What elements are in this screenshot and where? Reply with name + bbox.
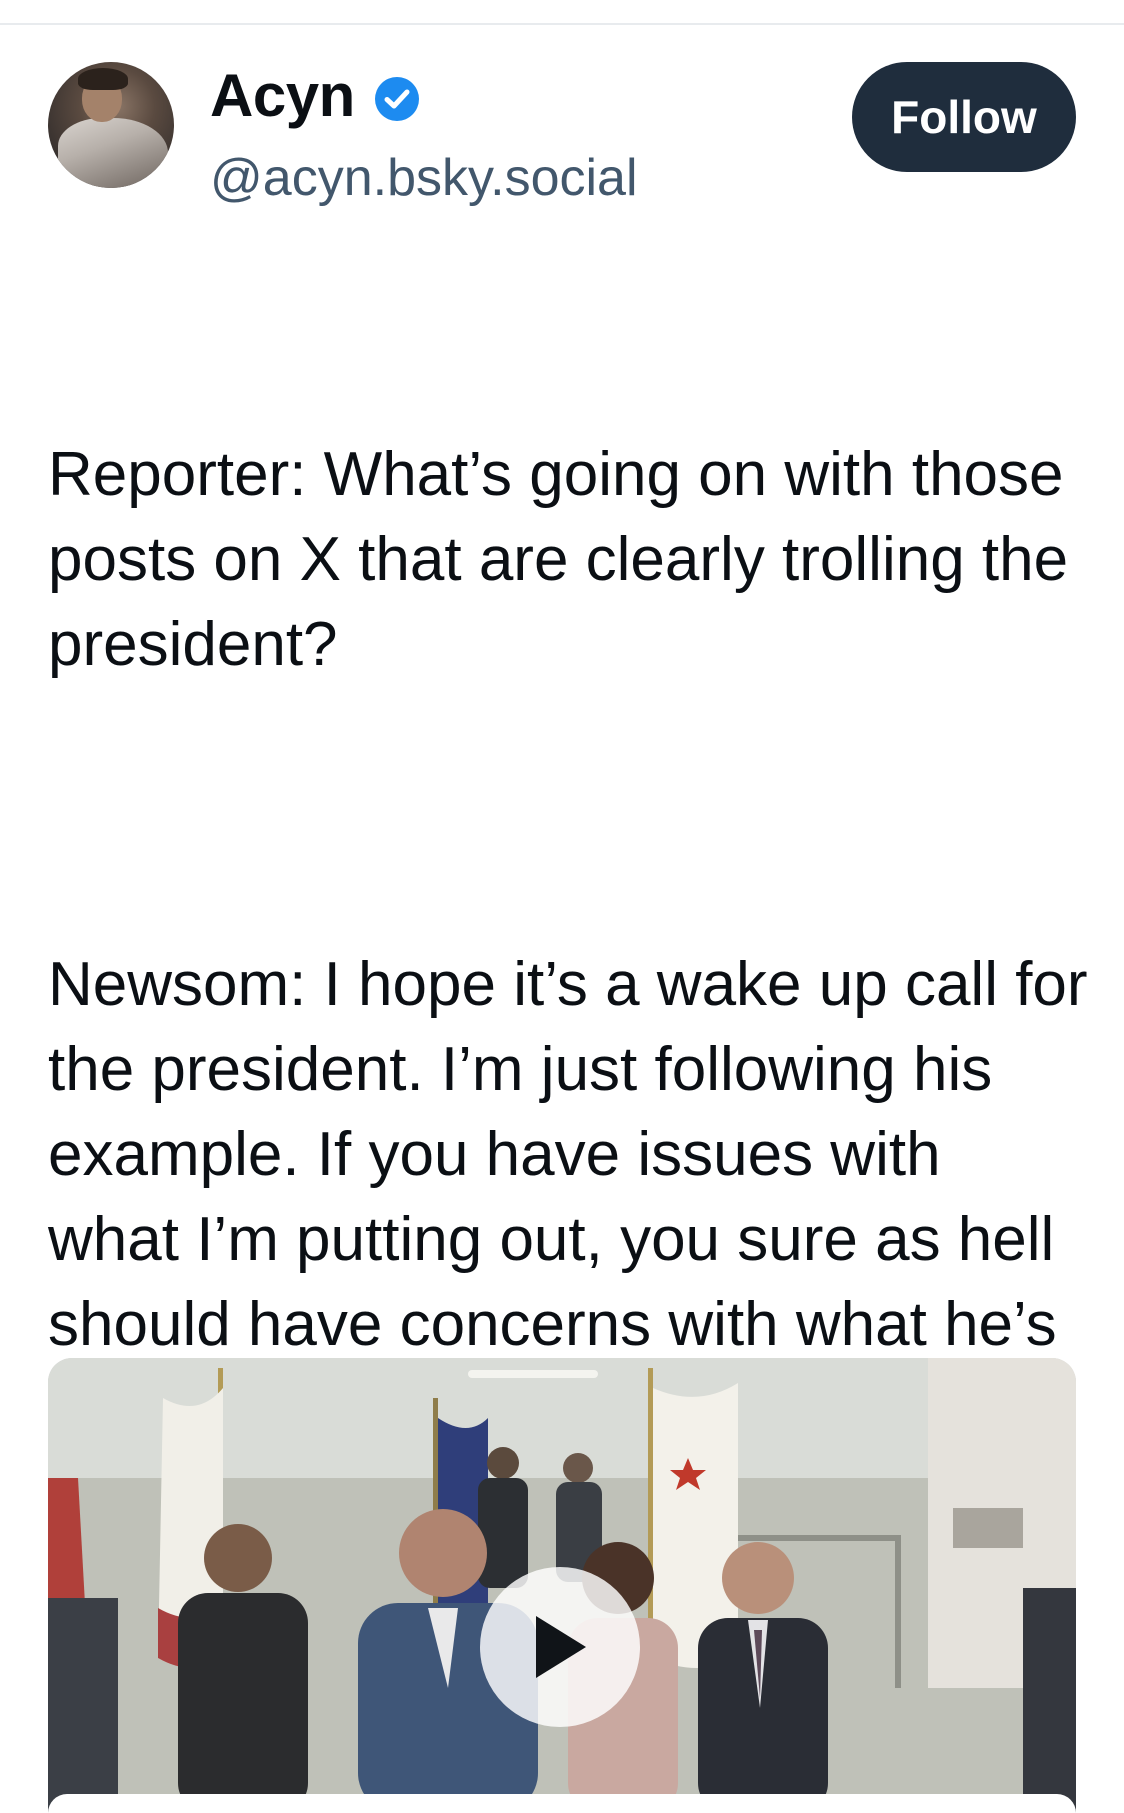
video-bottom-edge	[48, 1794, 1076, 1813]
play-icon	[536, 1616, 586, 1678]
follow-button[interactable]: Follow	[852, 62, 1076, 172]
avatar-hair	[78, 68, 128, 90]
post-paragraph-reporter: Reporter: What’s going on with those pos…	[48, 440, 1086, 679]
top-divider	[0, 23, 1124, 25]
author-handle[interactable]: @acyn.bsky.social	[210, 152, 638, 204]
avatar-scarf	[58, 118, 168, 188]
verified-check-icon	[375, 77, 419, 121]
post-text: Reporter: What’s going on with those pos…	[48, 262, 1088, 1537]
avatar[interactable]	[48, 62, 174, 188]
author-display-name[interactable]: Acyn	[210, 66, 355, 126]
play-button[interactable]	[480, 1567, 640, 1727]
